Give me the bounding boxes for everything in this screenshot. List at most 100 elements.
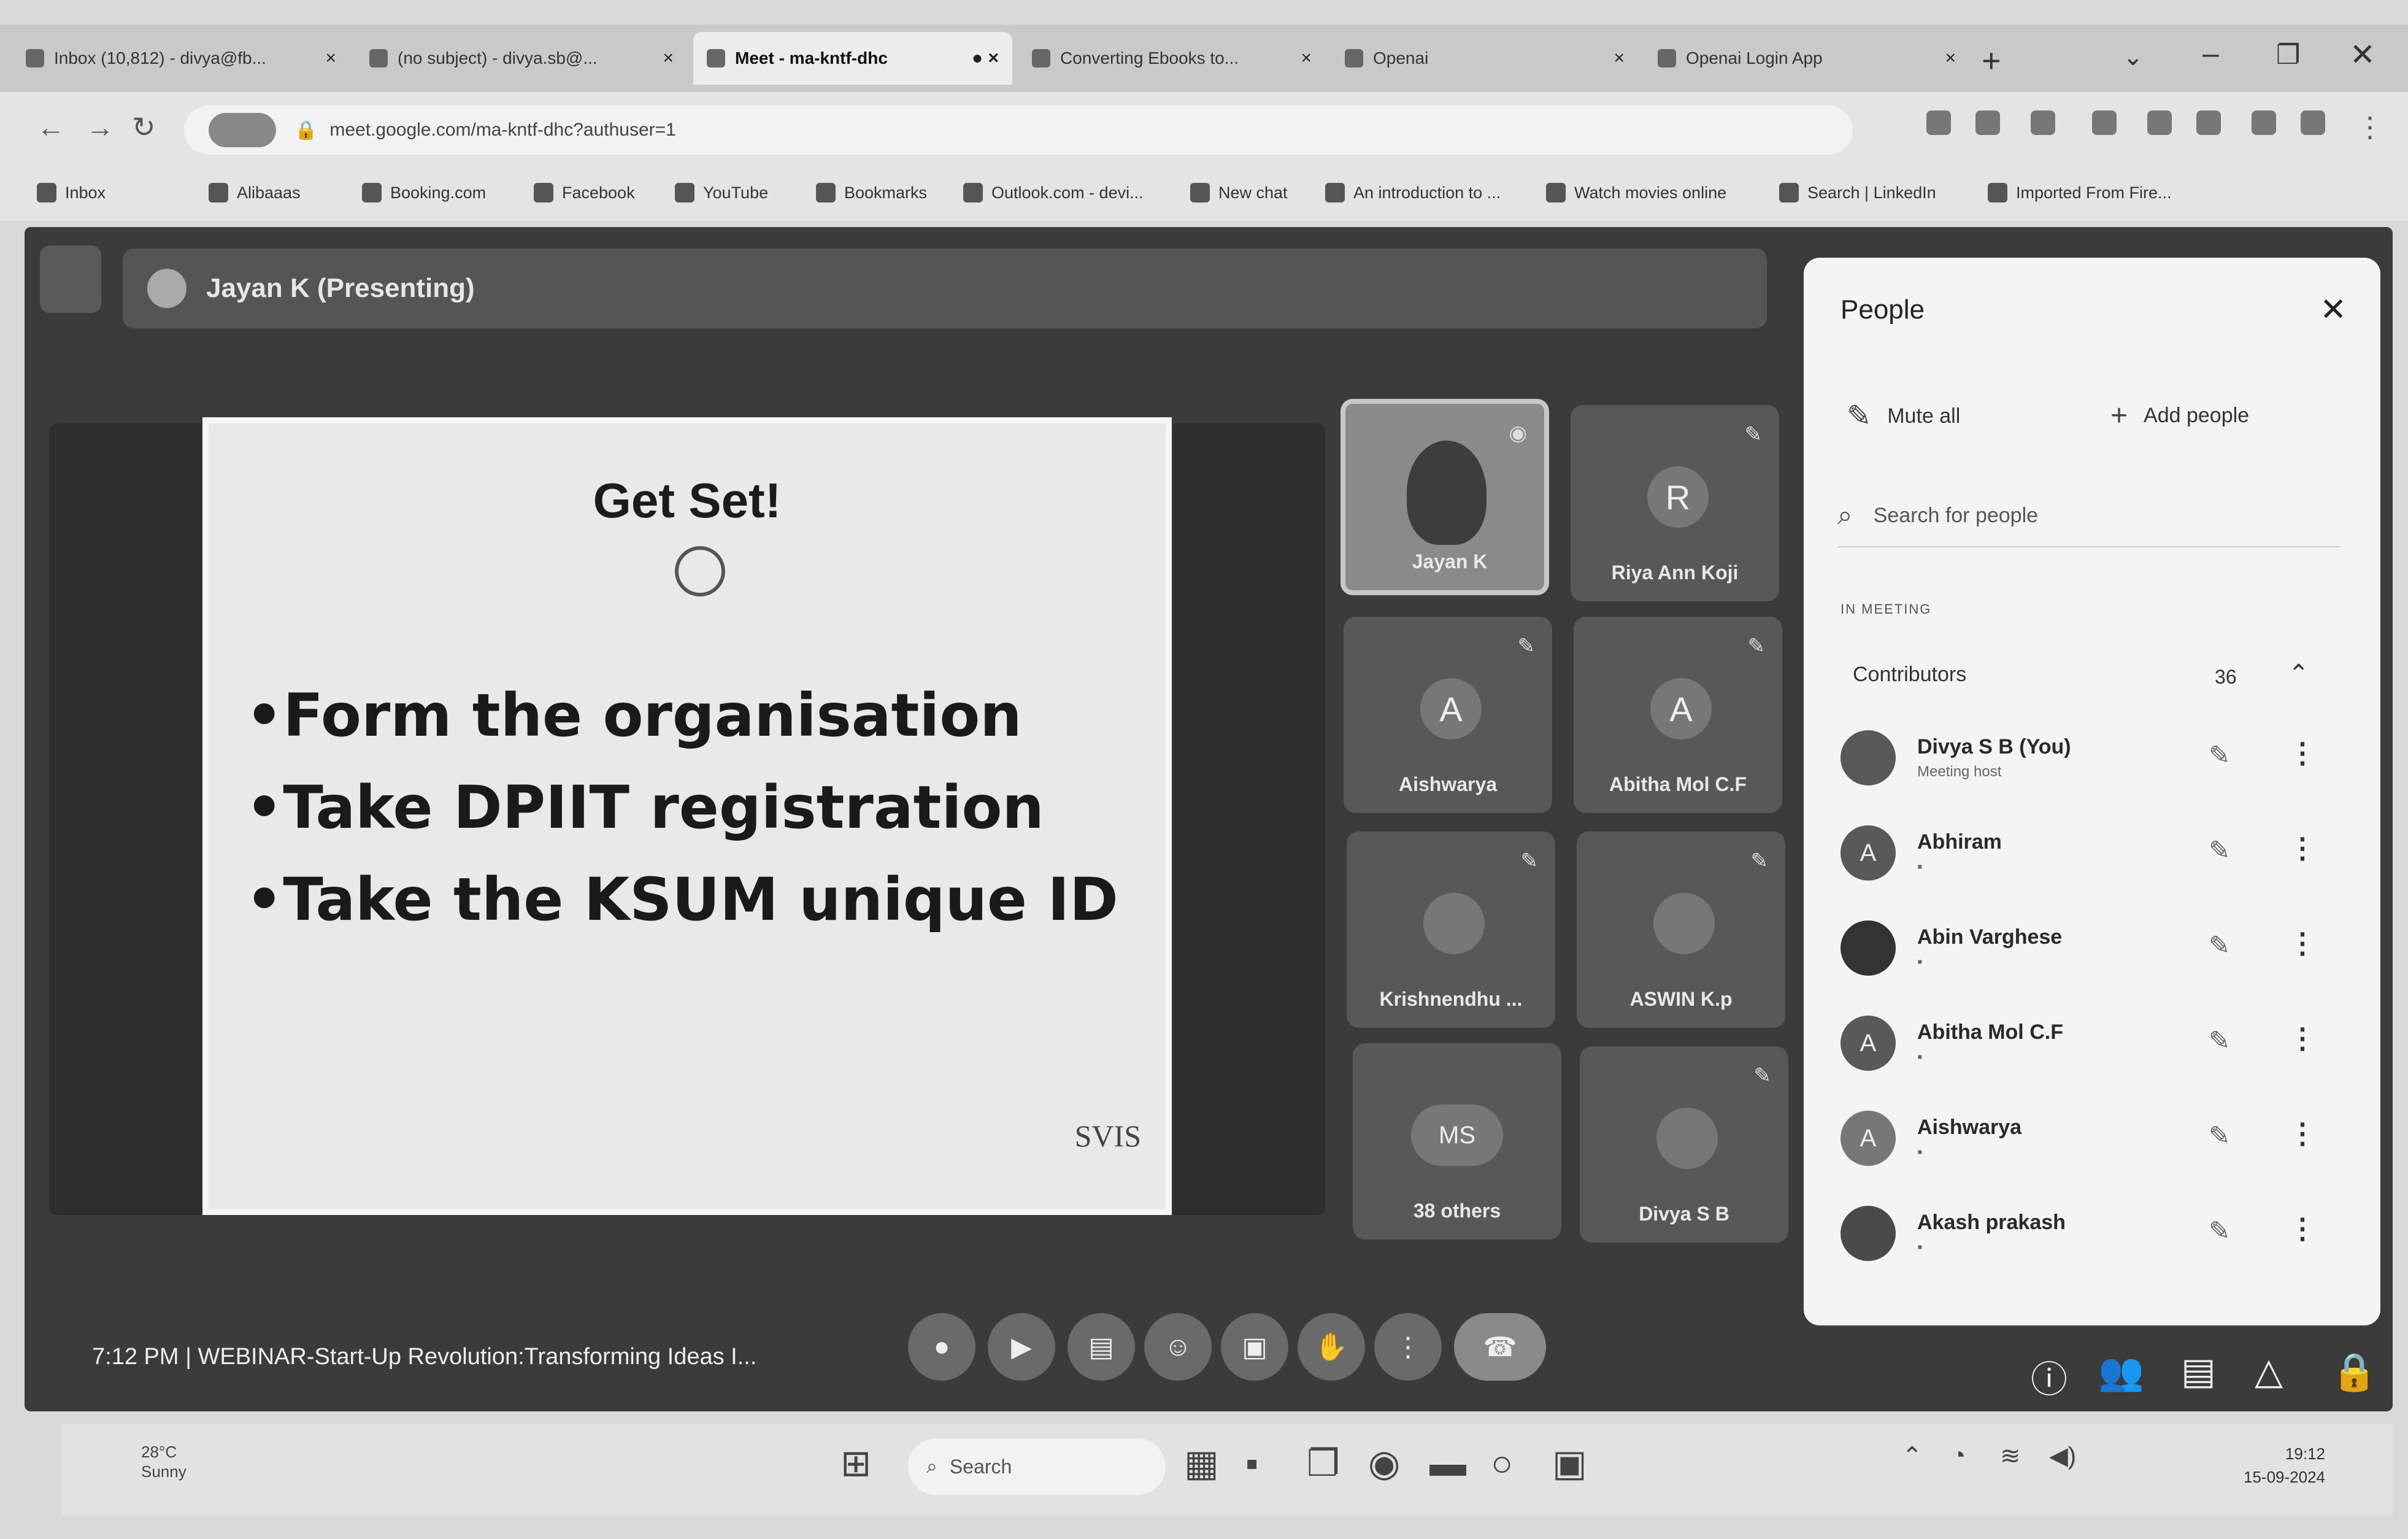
participant-tile[interactable]: ✎ Krishnendhu ... (1347, 831, 1555, 1028)
emoji-button[interactable]: ☺ (1144, 1313, 1212, 1381)
bookmark-item[interactable]: Search | LinkedIn (1779, 183, 1936, 202)
present-button[interactable]: ▣ (1221, 1313, 1288, 1381)
tab-gmail-draft[interactable]: (no subject) - divya.sb@... × (356, 32, 687, 85)
tray-icon[interactable]: ◔ (1951, 1442, 1966, 1470)
shield-icon[interactable] (2301, 110, 2325, 135)
participant-tile-others[interactable]: MS 38 others (1353, 1043, 1561, 1240)
address-bar[interactable]: 🔒 meet.google.com/ma-kntf-dhc?authuser=1 (184, 106, 1853, 155)
window-close-icon[interactable]: ✕ (2350, 37, 2375, 72)
mic-button[interactable]: ● (908, 1313, 975, 1381)
list-item[interactable]: Divya S B (You) Meeting host ✎ ⋮ (1841, 718, 2344, 810)
taskbar-app-icon[interactable]: ▪ (1245, 1442, 1258, 1484)
chat-icon[interactable]: ▤ (2181, 1350, 2216, 1393)
sidebar-icon[interactable] (2196, 110, 2221, 135)
bookmark-item[interactable]: Booking.com (362, 183, 486, 202)
taskbar-app-icon[interactable]: ○ (1491, 1442, 1513, 1484)
list-item[interactable]: Akash prakash ▪ ✎ ⋮ (1841, 1194, 2344, 1286)
forward-icon[interactable]: → (86, 110, 114, 144)
more-options-icon[interactable]: ⋮ (2288, 1022, 2317, 1055)
participant-tile[interactable]: ✎ R Riya Ann Koji (1571, 405, 1779, 601)
more-options-button[interactable]: ⋮ (1374, 1313, 1442, 1381)
weather-widget[interactable]: 28°C Sunny (141, 1442, 187, 1481)
volume-icon[interactable]: ◀) (2049, 1442, 2076, 1470)
reload-icon[interactable]: ↻ (132, 110, 156, 144)
close-icon[interactable]: × (1301, 48, 1312, 69)
end-call-button[interactable]: ☎ (1454, 1313, 1546, 1381)
mic-off-icon[interactable]: ✎ (2209, 740, 2230, 770)
download-icon[interactable] (1926, 110, 1951, 135)
participant-tile[interactable]: ✎ A Aishwarya (1344, 617, 1552, 813)
participant-tile[interactable]: ✎ Divya S B (1580, 1046, 1788, 1243)
wifi-icon[interactable]: ≋ (2000, 1442, 2021, 1470)
bookmark-item[interactable]: Watch movies online (1546, 183, 1726, 202)
list-item[interactable]: A Abitha Mol C.F ▪ ✎ ⋮ (1841, 1003, 2344, 1095)
info-icon[interactable]: ⓘ (2031, 1350, 2068, 1403)
tab-openai[interactable]: Openai × (1331, 32, 1638, 85)
extension-icon[interactable] (2147, 110, 2172, 135)
taskbar-app-icon[interactable]: ▬ (1429, 1442, 1466, 1484)
list-item[interactable]: A Abhiram ▪ ✎ ⋮ (1841, 813, 2344, 905)
bookmark-item[interactable]: Bookmarks (816, 183, 927, 202)
profile-icon[interactable] (2252, 110, 2276, 135)
list-item[interactable]: A Aishwarya ▪ ✎ ⋮ (1841, 1098, 2344, 1190)
captions-button[interactable]: ▤ (1067, 1313, 1135, 1381)
camera-button[interactable]: ▶ (988, 1313, 1055, 1381)
more-options-icon[interactable]: ⋮ (2288, 927, 2317, 960)
close-icon[interactable]: × (1614, 48, 1625, 69)
close-icon[interactable]: ● × (972, 48, 999, 69)
mic-off-icon[interactable]: ✎ (2209, 835, 2230, 865)
participant-tile[interactable]: ✎ A Abitha Mol C.F (1574, 617, 1782, 813)
participant-tile[interactable]: ✎ ASWIN K.p (1577, 831, 1785, 1028)
extension-icon[interactable] (2092, 110, 2117, 135)
bookmark-item[interactable]: YouTube (675, 183, 768, 202)
system-clock[interactable]: 19:12 15-09-2024 (2244, 1442, 2325, 1489)
new-tab-button[interactable]: + (1982, 42, 2001, 80)
mic-off-icon[interactable]: ✎ (2209, 1120, 2230, 1151)
mic-off-icon[interactable]: ✎ (2209, 1025, 2230, 1055)
chevron-up-icon[interactable]: ⌃ (2288, 660, 2309, 688)
close-icon[interactable]: × (325, 48, 336, 69)
raise-hand-button[interactable]: ✋ (1298, 1313, 1365, 1381)
add-people-button[interactable]: + Add people (2110, 399, 2249, 433)
restore-icon[interactable]: ❐ (2276, 39, 2300, 71)
taskbar-app-icon[interactable]: ▦ (1184, 1442, 1219, 1485)
search-input[interactable]: ⌕ Search (908, 1438, 1166, 1495)
taskbar-app-icon[interactable]: ▣ (1552, 1442, 1587, 1485)
mute-all-button[interactable]: ✎ Mute all (1847, 399, 1960, 433)
tab-converting-ebooks[interactable]: Converting Ebooks to... × (1018, 32, 1325, 85)
chevron-up-icon[interactable]: ⌃ (1902, 1442, 1923, 1470)
tab-list-icon[interactable]: ⌄ (2123, 43, 2144, 71)
taskbar-app-icon[interactable]: ❐ (1307, 1442, 1340, 1485)
start-icon[interactable]: ⊞ (840, 1442, 871, 1485)
search-input[interactable]: ⌕ Search for people (1837, 485, 2341, 547)
menu-icon[interactable]: ⋮ (2356, 110, 2384, 144)
more-options-icon[interactable]: ⋮ (2288, 736, 2317, 770)
bookmark-item[interactable]: New chat (1190, 183, 1288, 202)
tab-openai-login[interactable]: Openai Login App × (1644, 32, 1969, 85)
minimize-icon[interactable]: – (2202, 37, 2219, 71)
tab-gmail-inbox[interactable]: Inbox (10,812) - divya@fb... × (12, 32, 350, 85)
mic-off-icon[interactable]: ✎ (2209, 930, 2230, 960)
close-icon[interactable]: ✕ (2320, 291, 2347, 328)
bookmark-item[interactable]: An introduction to ... (1325, 183, 1501, 202)
share-icon[interactable] (1975, 110, 2000, 135)
chrome-icon[interactable]: ◉ (1368, 1442, 1400, 1485)
bookmark-item[interactable]: Inbox (37, 183, 106, 202)
site-info-icon[interactable] (209, 113, 276, 147)
people-icon[interactable]: 👥 (2098, 1350, 2144, 1394)
host-controls-icon[interactable]: 🔒 (2331, 1350, 2377, 1394)
more-options-icon[interactable]: ⋮ (2288, 831, 2317, 865)
participant-tile-video[interactable]: ◉ Jayan K (1341, 399, 1549, 595)
bookmark-item[interactable]: Alibaaas (209, 183, 301, 202)
list-item[interactable]: Abin Varghese ▪ ✎ ⋮ (1841, 908, 2344, 1000)
close-icon[interactable]: × (1945, 48, 1956, 69)
more-options-icon[interactable]: ⋮ (2288, 1212, 2317, 1245)
tab-meet[interactable]: Meet - ma-kntf-dhc ● × (693, 32, 1012, 85)
more-options-icon[interactable]: ⋮ (2288, 1117, 2317, 1150)
mic-off-icon[interactable]: ✎ (2209, 1216, 2230, 1246)
close-icon[interactable]: × (663, 48, 674, 69)
bookmark-item[interactable]: Imported From Fire... (1988, 183, 2172, 202)
bookmark-item[interactable]: Facebook (534, 183, 635, 202)
star-icon[interactable] (2031, 110, 2055, 135)
activities-icon[interactable]: △ (2255, 1350, 2283, 1393)
